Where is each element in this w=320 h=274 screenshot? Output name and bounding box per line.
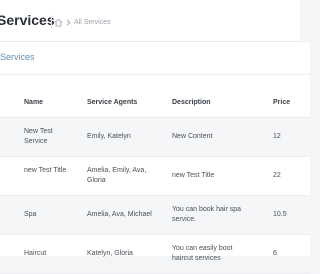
cell-agents: Katelyn, Gloria [87, 250, 133, 257]
cell-agents: Amelia, Emily, Ava, Gloria [87, 167, 147, 184]
column-header-agents[interactable]: Service Agents [87, 99, 137, 106]
cell-name: New Test Service [24, 128, 53, 145]
cell-price: 6 [273, 250, 277, 257]
cell-description: You can easily boot haircut services [172, 245, 233, 262]
cell-price: 22 [273, 172, 281, 179]
table-row[interactable]: 1 Spa Amelia, Ava, Michael You can book … [0, 196, 310, 235]
table-row[interactable]: Haircut Katelyn, Gloria You can easily b… [0, 235, 310, 274]
table-header-row: Name Service Agents Description Price [0, 88, 310, 118]
cell-name: Haircut [24, 250, 47, 257]
chevron-right-icon [66, 18, 71, 26]
divider [0, 74, 310, 75]
cell-price: 10.5 [273, 211, 287, 218]
cell-agents: Amelia, Ava, Michael [87, 211, 152, 218]
services-table: Name Service Agents Description Price 3 … [0, 88, 310, 274]
cell-name: new Test Title [24, 167, 67, 174]
cell-price: 12 [273, 133, 281, 140]
breadcrumb: All Services [51, 15, 111, 29]
home-icon[interactable] [54, 18, 63, 27]
cell-description: new Test Title [172, 172, 215, 179]
column-header-description[interactable]: Description [172, 99, 211, 106]
page-header: Services All Services [0, 0, 300, 42]
breadcrumb-divider [51, 15, 52, 29]
column-header-name[interactable]: Name [24, 99, 43, 106]
table-row[interactable]: 5 new Test Title Amelia, Emily, Ava, Glo… [0, 157, 310, 196]
cell-name: Spa [24, 211, 37, 218]
cell-agents: Emily, Katelyn [87, 133, 131, 140]
column-header-price[interactable]: Price [273, 99, 290, 106]
card-title: Services [0, 52, 35, 62]
cell-description: You can book hair spa service. [172, 206, 242, 223]
services-card: Services Name Service Agents Description… [0, 42, 310, 274]
page-title: Services [0, 12, 55, 28]
cell-description: New Content [172, 133, 213, 140]
breadcrumb-current: All Services [74, 18, 111, 26]
table-row[interactable]: 3 New Test Service Emily, Katelyn New Co… [0, 118, 310, 157]
